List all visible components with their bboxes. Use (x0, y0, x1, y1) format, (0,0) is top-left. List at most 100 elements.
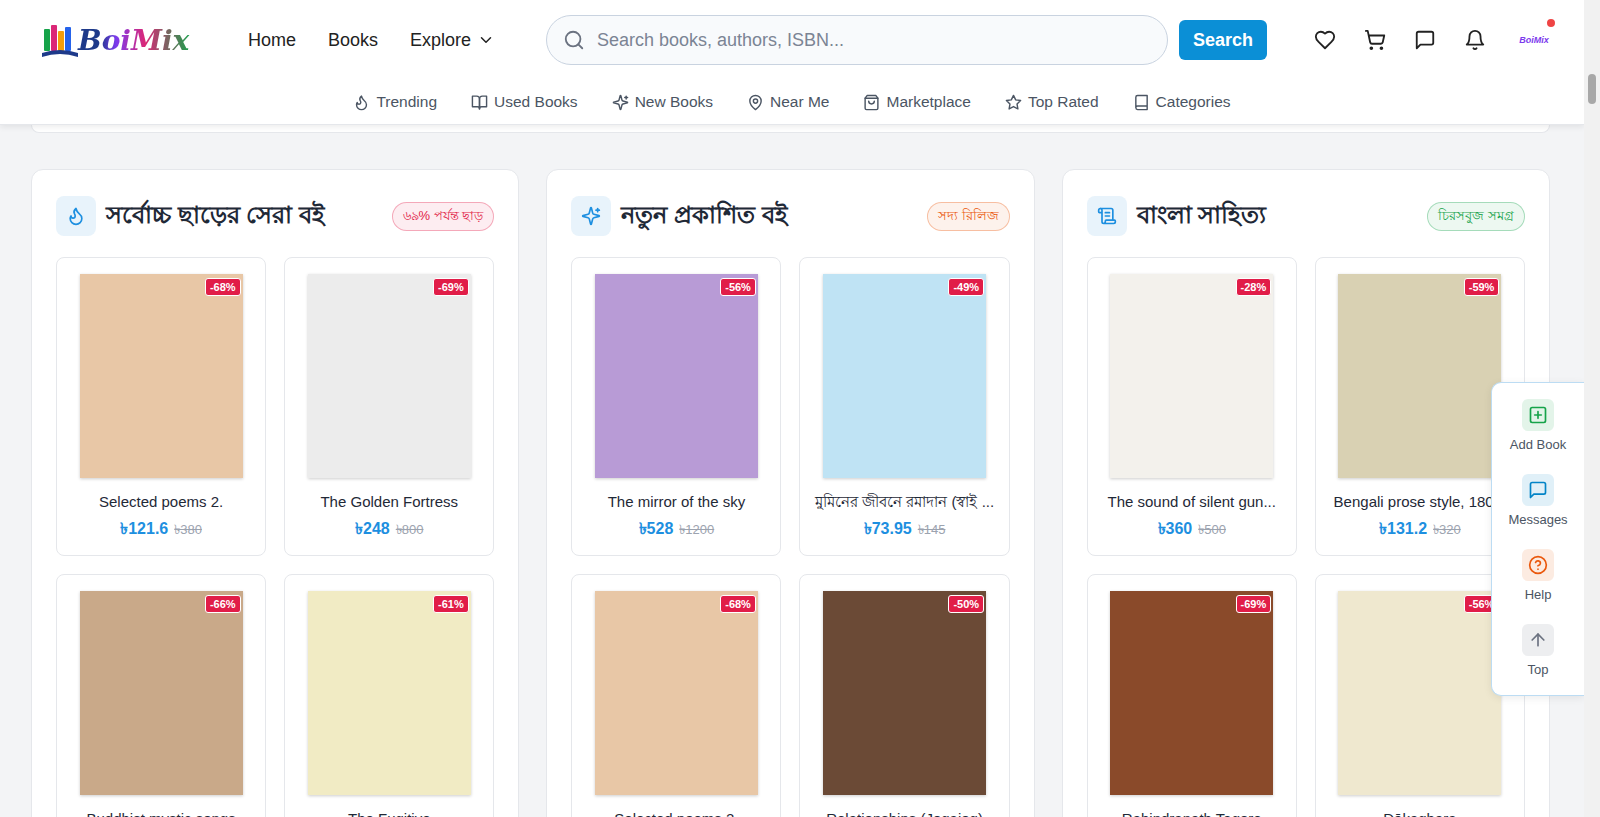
book-title[interactable]: Relationships (Jogajog) (826, 809, 983, 817)
book-cover[interactable]: -50% (823, 591, 986, 795)
book-title[interactable]: Rabindranath Tagore (1122, 809, 1262, 817)
user-avatar[interactable]: BoiMix (1514, 20, 1554, 60)
quick-action-label[interactable]: Messages (1508, 512, 1567, 527)
nav-link[interactable]: Home (248, 30, 296, 51)
book-cover[interactable]: -59% (1338, 274, 1501, 478)
search-button[interactable]: Search (1179, 20, 1267, 60)
quick-action-icon-box[interactable] (1522, 474, 1554, 506)
book-card[interactable]: -66% Buddhist mystic songs (56, 574, 266, 817)
search-box[interactable] (546, 15, 1168, 65)
book-cover[interactable]: -61% (308, 591, 471, 795)
book-title[interactable]: Dākaghara (1383, 809, 1456, 817)
heart-icon[interactable] (1314, 29, 1336, 51)
subnav-label: Trending (376, 93, 437, 111)
quick-action-label[interactable]: Add Book (1510, 437, 1566, 452)
nav-link[interactable]: Books (328, 30, 378, 51)
current-price: ৳73.95 (864, 516, 912, 543)
nav-label: Explore (410, 30, 471, 51)
top-header: BoiMix Home Books Explore Search BoiMix Trendi… (0, 0, 1584, 125)
sparkles-icon (581, 206, 601, 226)
book-card[interactable]: -49% মুমিনের জীবনে রমাদান (স্বাই ... ৳73.9… (799, 257, 1009, 556)
scrollbar-thumb[interactable] (1588, 74, 1596, 104)
help-icon[interactable] (1528, 555, 1548, 575)
book-grid: -28%The sound of silent gun...৳360৳500-5… (1087, 257, 1525, 817)
book-cover[interactable]: -69% (1110, 591, 1273, 795)
book-card[interactable]: -61% The Fugitive (284, 574, 494, 817)
quick-action-icon-box[interactable] (1522, 549, 1554, 581)
cart-icon[interactable] (1364, 29, 1386, 51)
book-cover[interactable]: -56% (1338, 591, 1501, 795)
logo[interactable]: BoiMix (40, 19, 210, 61)
subnav-link[interactable]: Used Books (471, 93, 578, 111)
book-section: বাংলা সাহিত্যচিরসবুজ সমগ্র-28%The sound … (1062, 169, 1550, 817)
book-card[interactable]: -68%Selected poems 2.৳121.6৳380 (56, 257, 266, 556)
section-icon-box (56, 196, 96, 236)
add-book-icon[interactable] (1528, 405, 1548, 425)
book-title[interactable]: The mirror of the sky (608, 492, 746, 512)
book-title[interactable]: Bengali prose style, 180... (1334, 492, 1507, 512)
book-cover[interactable]: -56% (595, 274, 758, 478)
book-cover[interactable]: -49% (823, 274, 986, 478)
discount-badge: -68% (205, 278, 241, 296)
quick-action[interactable]: Top (1492, 614, 1584, 689)
quick-action-icon-box[interactable] (1522, 399, 1554, 431)
content: সর্বোচ্চ ছাড়ের সেরা বই৬৯% পর্যন্ত ছাড় -… (0, 125, 1584, 817)
book-card[interactable]: -56%The mirror of the sky৳528৳1200 (571, 257, 781, 556)
quick-action-label[interactable]: Help (1525, 587, 1552, 602)
section-title: বাংলা সাহিত্য (1137, 196, 1418, 236)
chevron-down-icon[interactable] (477, 31, 495, 49)
bell-icon[interactable] (1464, 29, 1486, 51)
header-main-row: BoiMix Home Books Explore Search BoiMix (0, 0, 1584, 80)
scrollbar[interactable] (1584, 0, 1600, 817)
nav-link[interactable]: Explore (410, 30, 495, 51)
discount-badge: -59% (1464, 278, 1500, 296)
quick-action[interactable]: Help (1492, 539, 1584, 614)
previous-section-edge (31, 125, 1550, 133)
section-icon-box (571, 196, 611, 236)
arrow-up-icon[interactable] (1528, 630, 1548, 650)
book-cover[interactable]: -68% (595, 591, 758, 795)
book-title[interactable]: Selected poems 2. (99, 492, 223, 512)
subnav-link[interactable]: Trending (353, 93, 437, 111)
book-title[interactable]: Buddhist mystic songs (86, 809, 235, 817)
book-cover[interactable]: -68% (80, 274, 243, 478)
book-card[interactable]: -50% Relationships (Jogajog) (799, 574, 1009, 817)
message-icon[interactable] (1528, 480, 1548, 500)
book-grid: -68%Selected poems 2.৳121.6৳380-69%The G… (56, 257, 494, 817)
quick-action[interactable]: Messages (1492, 464, 1584, 539)
book-title[interactable]: মুমিনের জীবনে রমাদান (স্বাই ... (815, 492, 994, 512)
book-title[interactable]: The sound of silent gun... (1108, 492, 1276, 512)
message-icon[interactable] (1414, 29, 1436, 51)
quick-action-label[interactable]: Top (1528, 662, 1549, 677)
star-icon (1005, 94, 1022, 111)
section-grid: সর্বোচ্চ ছাড়ের সেরা বই৬৯% পর্যন্ত ছাড় -… (31, 169, 1550, 817)
logo-books-icon (40, 19, 80, 61)
book-card[interactable]: -69%The Golden Fortress৳248৳800 (284, 257, 494, 556)
search-input[interactable] (595, 29, 1151, 52)
book-card[interactable]: -28%The sound of silent gun...৳360৳500 (1087, 257, 1297, 556)
book-cover[interactable]: -66% (80, 591, 243, 795)
subnav-link[interactable]: Near Me (747, 93, 829, 111)
flame-icon (353, 94, 370, 111)
book-title[interactable]: Selected poems 2. (614, 809, 738, 817)
quick-action-icon-box[interactable] (1522, 624, 1554, 656)
subnav-link[interactable]: Categories (1133, 93, 1231, 111)
book-cover[interactable]: -69% (308, 274, 471, 478)
book-title[interactable]: The Fugitive (348, 809, 431, 817)
current-price: ৳121.6 (120, 516, 168, 543)
subnav-link[interactable]: Marketplace (863, 93, 970, 111)
old-price: ৳800 (396, 520, 424, 541)
subnav-link[interactable]: Top Rated (1005, 93, 1099, 111)
book-section: সর্বোচ্চ ছাড়ের সেরা বই৬৯% পর্যন্ত ছাড় -… (31, 169, 519, 817)
book-cover[interactable]: -28% (1110, 274, 1273, 478)
book-card[interactable]: -69% Rabindranath Tagore (1087, 574, 1297, 817)
subnav-link[interactable]: New Books (612, 93, 713, 111)
book-price: ৳131.2৳320 (1379, 516, 1461, 543)
book-card[interactable]: -68% Selected poems 2. (571, 574, 781, 817)
book-title[interactable]: The Golden Fortress (320, 492, 458, 512)
discount-badge: -28% (1236, 278, 1272, 296)
section-title: নতুন প্রকাশিত বই (621, 196, 917, 236)
quick-action[interactable]: Add Book (1492, 389, 1584, 464)
discount-badge: -50% (948, 595, 984, 613)
section-header: সর্বোচ্চ ছাড়ের সেরা বই৬৯% পর্যন্ত ছাড় (56, 194, 494, 238)
